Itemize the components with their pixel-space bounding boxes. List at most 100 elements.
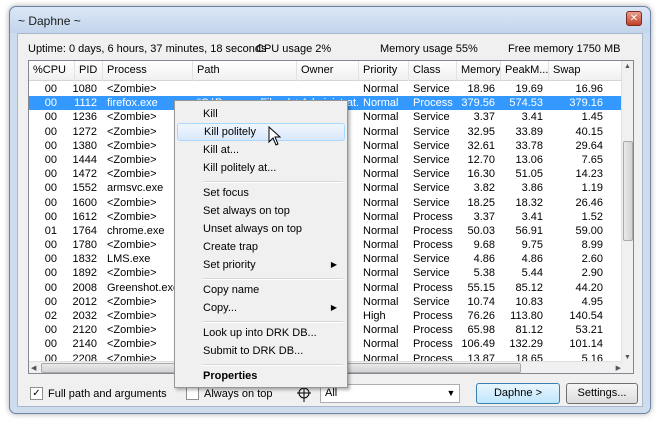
cell-cpu: 00 bbox=[44, 267, 57, 280]
column-header-peak-memory[interactable]: PeakM... bbox=[501, 61, 549, 81]
cell-prio: High bbox=[363, 310, 386, 322]
cell-cls: Process bbox=[413, 281, 453, 294]
cell-swap: 1.45 bbox=[581, 111, 603, 124]
menu-item-lookup-drk[interactable]: Look up into DRK DB... bbox=[177, 324, 345, 342]
column-header-memory[interactable]: Memory bbox=[457, 61, 501, 81]
menu-separator bbox=[203, 364, 343, 366]
cell-cls: Process bbox=[413, 239, 453, 252]
cell-pid: 1780 bbox=[72, 239, 97, 252]
cell-prio: Normal bbox=[363, 338, 399, 351]
menu-item-create-trap[interactable]: Create trap bbox=[177, 238, 345, 256]
cell-swap: 379.16 bbox=[569, 97, 603, 110]
table-row[interactable]: 00 1080 <Zombie> Normal Service 18.96 19.69 16.… bbox=[29, 82, 623, 96]
menu-item-properties[interactable]: Properties bbox=[177, 367, 345, 385]
cell-swap: 1.52 bbox=[581, 210, 603, 223]
menu-separator bbox=[203, 278, 343, 280]
menu-item-set-always-on-top[interactable]: Set always on top bbox=[177, 202, 345, 220]
cell-pid: 1472 bbox=[72, 168, 97, 181]
cell-mem: 18.96 bbox=[467, 83, 495, 95]
cell-cls: Service bbox=[413, 182, 450, 195]
cell-peak: 33.78 bbox=[515, 139, 543, 152]
cell-mem: 50.03 bbox=[467, 224, 495, 237]
cell-peak: 10.83 bbox=[515, 295, 543, 308]
menu-item-kill-politely-at[interactable]: Kill politely at... bbox=[177, 159, 345, 177]
cell-prio: Normal bbox=[363, 239, 399, 252]
cell-mem: 3.82 bbox=[473, 182, 495, 195]
cell-cls: Process bbox=[413, 324, 453, 337]
menu-item-copy-name[interactable]: Copy name bbox=[177, 281, 345, 299]
cell-prio: Normal bbox=[363, 139, 399, 152]
cell-cpu: 00 bbox=[44, 83, 57, 95]
cell-cpu: 00 bbox=[44, 111, 57, 124]
cell-cpu: 00 bbox=[44, 239, 57, 252]
cell-swap: 44.20 bbox=[575, 281, 603, 294]
settings-button[interactable]: Settings... bbox=[566, 383, 638, 404]
cell-cpu: 00 bbox=[44, 210, 57, 223]
column-header-owner[interactable]: Owner bbox=[297, 61, 359, 81]
cell-pid: 2120 bbox=[72, 324, 97, 337]
cell-pid: 2008 bbox=[72, 281, 97, 294]
always-on-top-checkbox[interactable] bbox=[186, 387, 199, 400]
menu-item-set-focus[interactable]: Set focus bbox=[177, 184, 345, 202]
daphne-button[interactable]: Daphne > bbox=[476, 383, 560, 404]
menu-item-set-focus-label: Set focus bbox=[203, 187, 249, 199]
cell-prio: Normal bbox=[363, 224, 399, 237]
close-button[interactable]: ✕ bbox=[626, 11, 642, 26]
cell-mem: 4.86 bbox=[473, 253, 495, 266]
cell-cpu: 00 bbox=[44, 281, 57, 294]
cell-cpu: 00 bbox=[44, 196, 57, 209]
cell-cpu: 00 bbox=[44, 295, 57, 308]
cell-cls: Process bbox=[413, 210, 453, 223]
cell-peak: 85.12 bbox=[515, 281, 543, 294]
cell-prio: Normal bbox=[363, 168, 399, 181]
cell-cls: Process bbox=[413, 310, 453, 322]
cell-cls: Service bbox=[413, 196, 450, 209]
cell-swap: 26.46 bbox=[575, 196, 603, 209]
column-header-swap[interactable]: Swap bbox=[549, 61, 623, 81]
cell-peak: 574.53 bbox=[509, 97, 543, 110]
menu-item-kill[interactable]: Kill bbox=[177, 105, 345, 123]
cell-prio: Normal bbox=[363, 281, 399, 294]
menu-item-kill-politely[interactable]: Kill politely bbox=[177, 123, 345, 141]
cell-cpu: 00 bbox=[44, 125, 57, 138]
cell-mem: 3.37 bbox=[473, 111, 495, 124]
cell-cpu: 02 bbox=[44, 310, 57, 322]
column-header-cpu[interactable]: %CPU bbox=[29, 61, 75, 81]
column-header-class[interactable]: Class bbox=[409, 61, 457, 81]
cell-prio: Normal bbox=[363, 253, 399, 266]
scroll-left-icon[interactable]: ◀ bbox=[31, 364, 36, 372]
menu-item-submit-drk[interactable]: Submit to DRK DB... bbox=[177, 342, 345, 360]
scroll-down-icon[interactable]: ▼ bbox=[624, 354, 631, 361]
menu-item-kill-at[interactable]: Kill at... bbox=[177, 141, 345, 159]
mouse-cursor-icon bbox=[268, 126, 282, 146]
vertical-scrollbar[interactable]: ▲ ▼ bbox=[621, 61, 633, 363]
cell-swap: 2.60 bbox=[581, 253, 603, 266]
cell-prio: Normal bbox=[363, 324, 399, 337]
cell-mem: 10.74 bbox=[467, 295, 495, 308]
menu-item-kill-at-label: Kill at... bbox=[203, 144, 240, 156]
cell-swap: 4.95 bbox=[581, 295, 603, 308]
menu-item-copy[interactable]: Copy... ▶ bbox=[177, 299, 345, 317]
cell-prio: Normal bbox=[363, 125, 399, 138]
cell-pid: 1080 bbox=[72, 83, 97, 95]
column-header-pid[interactable]: PID bbox=[75, 61, 103, 81]
vertical-scroll-thumb[interactable] bbox=[623, 141, 633, 241]
menu-item-set-priority[interactable]: Set priority ▶ bbox=[177, 256, 345, 274]
menu-item-set-always-on-top-label: Set always on top bbox=[203, 205, 290, 217]
cell-swap: 53.21 bbox=[575, 324, 603, 337]
scroll-up-icon[interactable]: ▲ bbox=[624, 63, 631, 70]
full-path-checkbox[interactable]: ✓ bbox=[30, 387, 43, 400]
column-header-path[interactable]: Path bbox=[193, 61, 297, 81]
submenu-arrow-icon: ▶ bbox=[330, 303, 337, 312]
menu-item-unset-always-on-top[interactable]: Unset always on top bbox=[177, 220, 345, 238]
cell-mem: 32.95 bbox=[467, 125, 495, 138]
column-header-priority[interactable]: Priority bbox=[359, 61, 409, 81]
cell-peak: 56.91 bbox=[515, 224, 543, 237]
cell-prio: Normal bbox=[363, 295, 399, 308]
menu-item-kill-politely-label: Kill politely bbox=[204, 126, 256, 138]
menu-item-copy-name-label: Copy name bbox=[203, 284, 260, 296]
column-header-process[interactable]: Process bbox=[103, 61, 193, 81]
title-bar[interactable]: ~ Daphne ~ ✕ bbox=[10, 7, 650, 33]
chevron-down-icon[interactable]: ▼ bbox=[443, 385, 459, 402]
cell-swap: 14.23 bbox=[575, 168, 603, 181]
